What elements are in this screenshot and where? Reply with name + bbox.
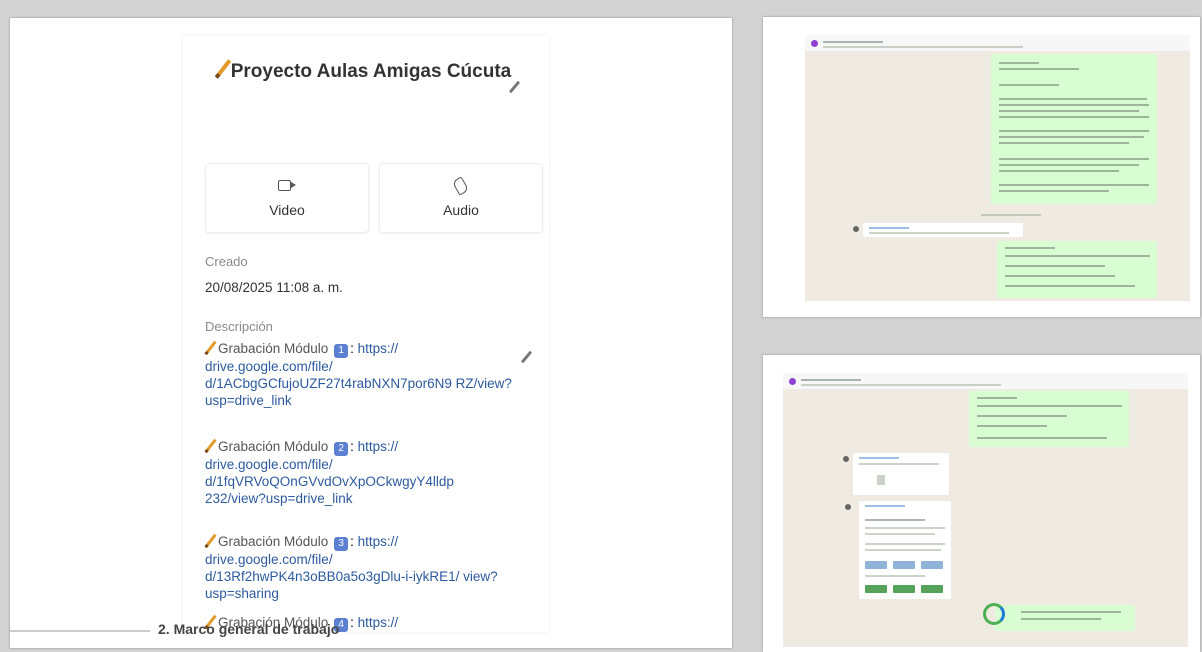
- incoming-message: [845, 501, 951, 599]
- chat-header: [805, 35, 1190, 51]
- description-entry-3: Grabación Módulo 3: https:// drive.googl…: [204, 533, 498, 601]
- slide-thumbnail-chat-1[interactable]: [763, 17, 1200, 317]
- created-value: 20/08/2025 11:08 a. m.: [205, 280, 343, 295]
- chat-area: [805, 51, 1190, 301]
- chat-area: [783, 389, 1188, 647]
- chat-header: [783, 373, 1188, 389]
- outgoing-message: [969, 391, 1129, 447]
- pencil-emoji-icon: [204, 533, 217, 549]
- incoming-message: [853, 223, 1023, 237]
- description-entry-1: Grabación Módulo 1: https:// drive.googl…: [204, 340, 512, 408]
- pencil-emoji-icon: [214, 59, 232, 79]
- description-label: Descripción: [205, 319, 273, 334]
- group-avatar-icon: [789, 378, 796, 385]
- number-badge: 2: [334, 442, 349, 456]
- video-call-label: Video: [269, 202, 305, 218]
- video-camera-icon: [278, 180, 296, 191]
- outgoing-message: [995, 605, 1135, 631]
- drive-link[interactable]: https://: [358, 615, 399, 630]
- slide-bottom-heading: 2. Marco general de trabajo: [158, 621, 340, 637]
- logo-icon: [983, 603, 1005, 625]
- description-entry-2: Grabación Módulo 2: https:// drive.googl…: [204, 438, 454, 506]
- video-call-button[interactable]: Video: [205, 163, 369, 233]
- divider-line: [10, 630, 150, 632]
- slide-thumbnail-chat-2[interactable]: [763, 355, 1200, 652]
- number-badge: 1: [334, 344, 349, 358]
- outgoing-message: [991, 54, 1157, 204]
- group-info-panel: Proyecto Aulas Amigas Cúcuta Video Audio…: [183, 36, 549, 632]
- group-avatar-icon: [811, 40, 818, 47]
- created-label: Creado: [205, 254, 248, 269]
- pencil-emoji-icon: [204, 438, 217, 454]
- audio-call-button[interactable]: Audio: [379, 163, 543, 233]
- edit-description-icon[interactable]: [520, 350, 533, 364]
- group-title: Proyecto Aulas Amigas Cúcuta: [214, 58, 516, 85]
- number-badge: 3: [334, 537, 349, 551]
- incoming-message: [843, 453, 949, 495]
- pencil-emoji-icon: [204, 340, 217, 356]
- group-title-row: Proyecto Aulas Amigas Cúcuta: [183, 58, 549, 85]
- phone-icon: [451, 176, 470, 196]
- outgoing-message: [997, 241, 1157, 298]
- audio-call-label: Audio: [443, 202, 479, 218]
- slide-main[interactable]: Proyecto Aulas Amigas Cúcuta Video Audio…: [10, 18, 732, 648]
